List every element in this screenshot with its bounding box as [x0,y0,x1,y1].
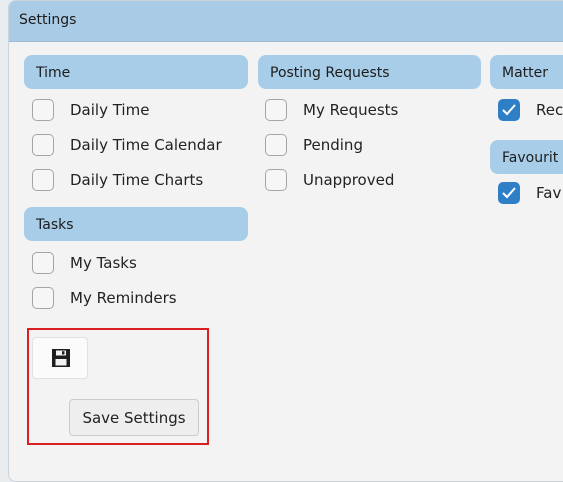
title-bar: Settings [9,1,563,42]
group-header-favourites: Favourit [490,140,563,174]
checkbox-box[interactable] [265,99,287,121]
checkbox-label: Daily Time Calendar [70,136,222,154]
save-icon-button[interactable] [32,337,88,379]
save-settings-button[interactable]: Save Settings [69,399,199,436]
group-header-matter: Matter [490,55,563,89]
checkbox-box[interactable] [32,287,54,309]
group-header-posting-requests: Posting Requests [258,55,481,89]
checkbox-label: My Tasks [70,254,137,272]
checkmark-icon [502,187,516,199]
checkbox-box-checked[interactable] [498,182,520,204]
checkbox-label: My Reminders [70,289,177,307]
checkbox-label: Rec [536,101,563,119]
checkbox-box[interactable] [32,134,54,156]
window-title: Settings [19,12,77,28]
checkbox-box[interactable] [32,169,54,191]
checkbox-label: Fav [536,184,562,202]
checkbox-box[interactable] [32,99,54,121]
checkbox-box[interactable] [265,169,287,191]
checkbox-label: My Requests [303,101,399,119]
group-header-tasks: Tasks [24,207,248,241]
checkbox-box[interactable] [265,134,287,156]
checkbox-box[interactable] [32,252,54,274]
checkbox-label: Pending [303,136,363,154]
checkbox-label: Daily Time Charts [70,171,204,189]
checkbox-label: Unapproved [303,171,395,189]
checkbox-box-checked[interactable] [498,99,520,121]
group-header-time: Time [24,55,248,89]
checkmark-icon [502,104,516,116]
floppy-disk-icon [52,349,70,367]
checkbox-label: Daily Time [70,101,150,119]
